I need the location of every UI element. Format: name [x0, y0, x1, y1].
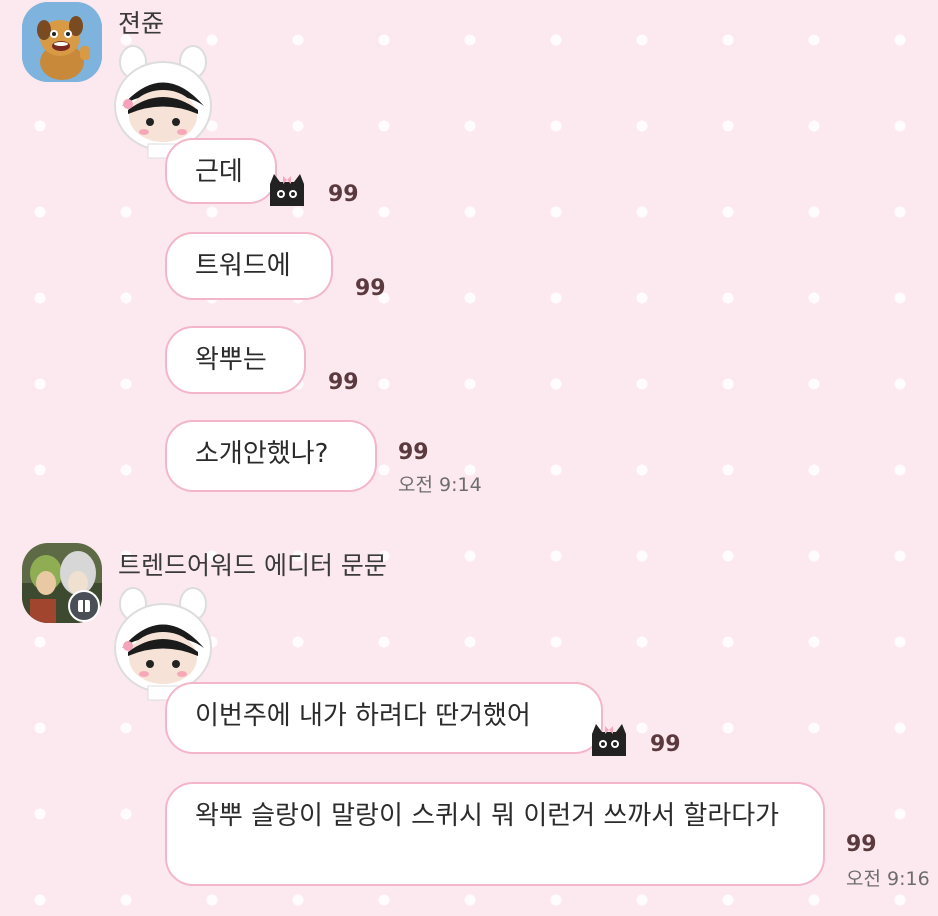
message-bubble[interactable]: 근데 [165, 138, 277, 204]
message-bubble[interactable]: 이번주에 내가 하려다 딴거했어 [165, 682, 603, 754]
read-count-badge: 99 [328, 182, 359, 207]
read-count-badge: 99 [650, 732, 681, 757]
dog-character-icon [22, 2, 102, 82]
sender-name: 젼쥰 [118, 9, 165, 38]
read-count-badge: 99 [328, 370, 359, 395]
message-text: 트워드에 [195, 251, 291, 281]
message-text: 소개안했나? [195, 439, 329, 469]
read-count-badge: 99 [355, 276, 386, 301]
message-bubble[interactable]: 왁뿌 슬랑이 말랑이 스퀴시 뭐 이런거 쓰까서 할라다가 [165, 782, 825, 886]
message-timestamp: 오전 9:14 [398, 474, 482, 496]
read-count-badge: 99 [846, 832, 877, 857]
message-bubble[interactable]: 소개안했나? [165, 420, 377, 492]
read-count-badge: 99 [398, 440, 429, 465]
black-cat-sticker-icon [266, 172, 308, 208]
avatar-dog[interactable] [22, 2, 102, 82]
message-timestamp: 오전 9:16 [846, 868, 930, 890]
message-bubble[interactable]: 트워드에 [165, 232, 333, 300]
message-text: 왁뿌 슬랑이 말랑이 스퀴시 뭐 이런거 쓰까서 할라다가 [195, 801, 780, 831]
message-bubble[interactable]: 왁뿌는 [165, 326, 306, 394]
message-text: 근데 [195, 157, 243, 187]
black-cat-sticker-icon [588, 722, 630, 758]
message-text: 이번주에 내가 하려다 딴거했어 [195, 701, 531, 731]
message-text: 왁뿌는 [195, 345, 267, 375]
channel-badge-icon [68, 590, 100, 622]
sender-name: 트렌드어워드 에디터 문문 [118, 551, 387, 580]
